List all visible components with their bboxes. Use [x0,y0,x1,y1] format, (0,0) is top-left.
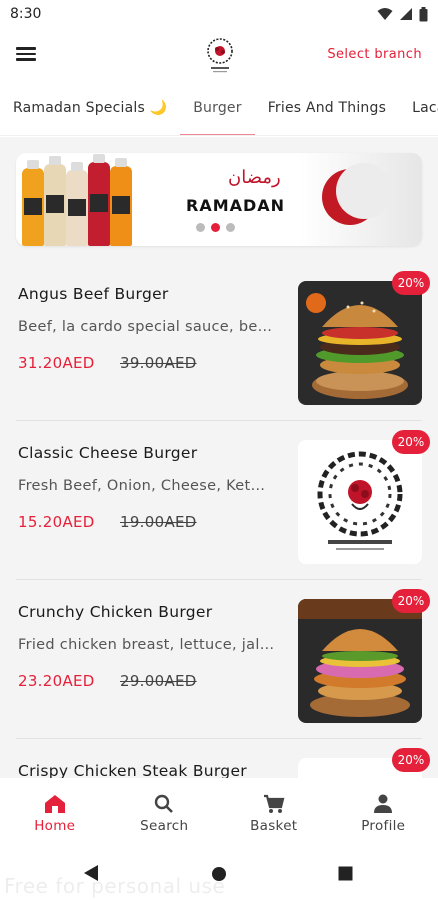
nav-search[interactable]: Search [110,778,220,850]
item-old-price: 19.00AED [120,513,197,531]
item-price: 31.20AED [18,354,95,372]
nav-basket[interactable]: Basket [219,778,329,850]
tab-burger[interactable]: Burger [180,90,256,135]
status-icons [377,6,428,22]
nav-profile-label: Profile [361,818,406,834]
nav-home-label: Home [34,818,76,834]
list-item[interactable]: Crispy Chicken Steak Burger 20% [0,738,438,778]
menu-content[interactable]: رمضان RAMADAN Angus Beef Burger Beef, la… [0,137,438,778]
item-description: Beef, la cardo special sauce, be… [18,319,273,335]
item-price: 23.20AED [18,672,95,690]
banner-arabic-text: رمضان [228,167,281,188]
item-name: Crispy Chicken Steak Burger [18,762,247,778]
status-time: 8:30 [10,6,42,22]
nav-search-label: Search [140,818,189,834]
signal-icon [400,8,412,20]
juice-bottle-image [22,160,44,246]
juice-bottle-image [110,158,132,246]
item-name: Classic Cheese Burger [18,444,198,462]
list-item[interactable]: Crunchy Chicken Burger Fried chicken bre… [0,579,438,738]
angus-burger-image [298,281,422,405]
la-cardo-logo-image [298,440,422,564]
pager-dot[interactable] [196,223,205,232]
discount-badge: 20% [392,271,430,295]
banner-pager [196,223,235,232]
crescent-moon-icon [322,163,392,225]
juice-bottle-image [66,162,88,246]
banner-title: RAMADAN [186,196,286,215]
item-old-price: 29.00AED [120,672,197,690]
pager-dot-active[interactable] [211,223,220,232]
list-item[interactable]: Classic Cheese Burger Fresh Beef, Onion,… [0,420,438,579]
home-icon [44,795,65,813]
select-branch-link[interactable]: Select branch [327,47,422,62]
person-icon [374,794,393,813]
search-icon [155,794,174,813]
la-cardo-logo [207,38,233,73]
pager-dot[interactable] [226,223,235,232]
menu-button[interactable] [14,44,38,68]
item-list: Angus Beef Burger Beef, la cardo special… [0,261,438,778]
battery-icon [419,6,428,21]
tab-fries-and-things[interactable]: Fries And Things [255,90,399,135]
cart-icon [263,794,285,813]
nav-basket-label: Basket [250,818,298,834]
recents-icon[interactable] [338,866,353,881]
discount-badge: 20% [392,589,430,613]
watermark-text: Free for personal use [4,874,226,898]
category-tabs: Ramadan Specials 🌙 Burger Fries And Thin… [0,90,438,136]
tab-lacar[interactable]: Lacar [399,90,438,135]
nav-home[interactable]: Home [0,778,110,850]
app-bar: Select branch [0,30,438,82]
status-bar: 8:30 [0,0,438,28]
chicken-burger-image [298,599,422,723]
tab-ramadan-specials[interactable]: Ramadan Specials 🌙 [0,90,180,135]
nav-profile[interactable]: Profile [329,778,438,850]
item-name: Angus Beef Burger [18,285,169,303]
item-old-price: 39.00AED [120,354,197,372]
juice-bottle-image [44,156,66,246]
item-name: Crunchy Chicken Burger [18,603,213,621]
list-item[interactable]: Angus Beef Burger Beef, la cardo special… [0,261,438,420]
wifi-icon [377,8,393,20]
juice-bottle-image [88,154,110,246]
discount-badge: 20% [392,430,430,454]
discount-badge: 20% [392,748,430,772]
item-description: Fresh Beef, Onion, Cheese, Ket… [18,478,266,494]
item-description: Fried chicken breast, lettuce, jal… [18,637,275,653]
bottom-navigation: Home Search Basket Profile [0,778,438,850]
item-price: 15.20AED [18,513,95,531]
promo-banner[interactable]: رمضان RAMADAN [16,153,422,246]
